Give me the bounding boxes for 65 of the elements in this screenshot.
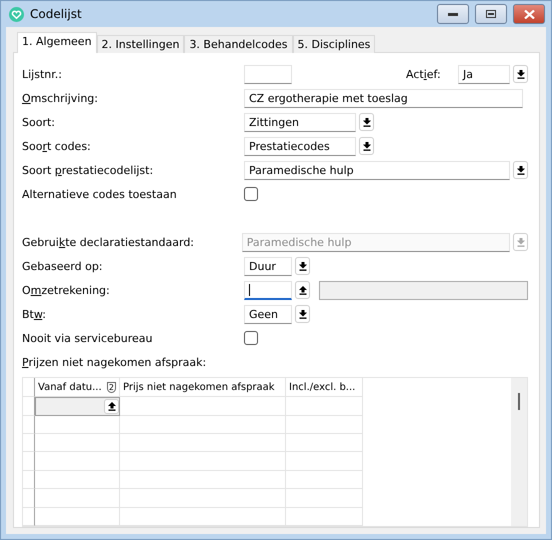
field-label: Btw: [22,308,47,320]
down-arrow-icon [516,70,524,78]
field-label: Prijzen niet nagekomen afspraak: [22,356,208,368]
dropdown-button[interactable] [295,305,310,323]
text-field[interactable]: CZ ergotherapie met toeslag [244,88,523,108]
dropdown-field[interactable]: Duur [244,256,292,276]
app-logo-icon [9,6,24,22]
dropdown-button[interactable] [359,113,374,131]
dropdown-field[interactable]: Prestatiecodes [244,136,356,156]
tab[interactable]: 2. Instellingen [96,35,184,53]
dropdown-button[interactable] [513,65,528,83]
field-label: Soort codes: [22,140,92,152]
minimize-icon [448,12,458,16]
down-arrow-icon [362,142,370,150]
row-header[interactable] [23,416,35,434]
scrollbar[interactable] [511,378,527,526]
field-label: Omzetrekening: [22,284,111,296]
row-header[interactable] [23,434,35,452]
field-label: Gebaseerd op: [22,260,104,272]
minimize-button[interactable] [437,4,469,24]
field-label: Alternatieve codes toestaan [22,188,178,200]
dropdown-field[interactable]: Geen [244,304,292,324]
field-label: Nooit via servicebureau [22,332,154,344]
down-arrow-icon [362,118,370,126]
row-header[interactable] [23,470,35,490]
dropdown-button[interactable] [295,281,310,299]
checkbox[interactable] [244,331,258,345]
table-cell[interactable] [35,397,120,416]
dropdown-field[interactable] [244,280,292,300]
dropdown-field[interactable]: Paramedische hulp [244,160,510,180]
row-header[interactable] [23,508,35,526]
field-label: Soort: [22,116,56,128]
maximize-button[interactable] [475,4,507,24]
field-label: Gebruikte declaratiestandaard: [22,236,196,248]
dropdown-button[interactable] [359,137,374,155]
close-button[interactable] [513,4,545,24]
maximize-icon [486,10,496,18]
dropdown-field[interactable]: Ja [458,64,510,84]
up-arrow-icon [298,286,306,294]
down-arrow-icon [298,310,306,318]
window-title: Codelijst [30,7,83,21]
row-header[interactable] [23,452,35,471]
tab[interactable]: 1. Algemeen [17,32,97,53]
dropdown-field[interactable]: Zittingen [244,112,356,132]
row-header[interactable] [23,489,35,508]
down-arrow-icon [516,166,524,174]
column-title: Prijs niet nagekomen afspraak [123,382,275,393]
field-label: Lijstnr.: [22,68,63,80]
field-label: Actief: [406,68,442,80]
column-title: Incl./excl. b... [289,382,356,393]
row-header[interactable] [23,397,35,416]
tab[interactable]: 3. Behandelcodes [184,35,292,53]
checkbox[interactable] [244,187,258,201]
dropdown-button[interactable] [513,161,528,179]
down-arrow-icon [298,262,306,270]
field-label: Soort prestatiecodelijst: [22,164,154,176]
column-title: Vanaf datu... [38,382,102,393]
up-arrow-icon [108,402,116,412]
sort-badge: 2 [106,382,116,393]
tab[interactable]: 5. Disciplines [292,35,376,53]
field-label: Omschrijving: [22,92,99,104]
close-icon [524,10,534,18]
down-arrow-icon [516,238,525,246]
dropdown-button[interactable] [104,399,119,414]
dropdown-button[interactable] [295,257,310,275]
